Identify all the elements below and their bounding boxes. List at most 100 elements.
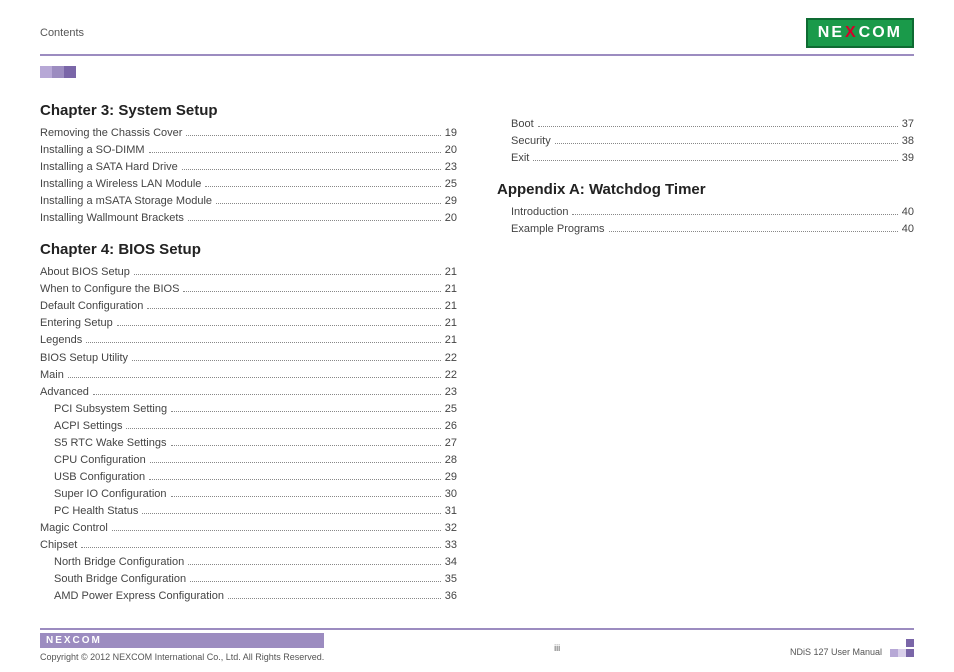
toc-entry-page: 23	[445, 384, 457, 401]
toc-entry-page: 38	[902, 133, 914, 150]
toc-entry[interactable]: Installing a SO-DIMM 20	[40, 142, 457, 159]
toc-entry[interactable]: BIOS Setup Utility 22	[40, 350, 457, 367]
toc-entry[interactable]: Advanced 23	[40, 384, 457, 401]
toc-entry-page: 21	[445, 281, 457, 298]
toc-entry[interactable]: Installing a Wireless LAN Module 25	[40, 176, 457, 193]
toc-entry[interactable]: CPU Configuration 28	[40, 452, 457, 469]
toc-entry[interactable]: Super IO Configuration 30	[40, 486, 457, 503]
footer-copyright: Copyright © 2012 NEXCOM International Co…	[40, 652, 324, 662]
toc-entry-label: Boot	[511, 116, 534, 133]
footer-doc-title: NDiS 127 User Manual	[790, 647, 882, 657]
nexcom-logo: NEXCOM	[806, 18, 914, 48]
toc-entry-label: Security	[511, 133, 551, 150]
toc-entry-label: CPU Configuration	[54, 452, 146, 469]
toc-entry[interactable]: North Bridge Configuration34	[40, 554, 457, 571]
toc-entry[interactable]: South Bridge Configuration 35	[40, 571, 457, 588]
toc-entry[interactable]: Introduction 40	[497, 204, 914, 221]
footer-page-number: iii	[554, 643, 560, 653]
toc-entry-label: Default Configuration	[40, 298, 143, 315]
toc-entry-page: 33	[445, 537, 457, 554]
toc-entry-page: 28	[445, 452, 457, 469]
toc-entry-label: Magic Control	[40, 520, 108, 537]
toc-entry-page: 29	[445, 469, 457, 486]
toc-entry[interactable]: Installing a SATA Hard Drive23	[40, 159, 457, 176]
toc-entry[interactable]: Removing the Chassis Cover 19	[40, 125, 457, 142]
toc-entry[interactable]: Security 38	[497, 133, 914, 150]
toc-entry[interactable]: About BIOS Setup 21	[40, 264, 457, 281]
toc-entry-label: When to Configure the BIOS	[40, 281, 179, 298]
toc-entry[interactable]: Exit 39	[497, 150, 914, 167]
toc-columns: Chapter 3: System Setup Removing the Cha…	[40, 88, 914, 628]
toc-entry-label: Main	[40, 367, 64, 384]
toc-entry[interactable]: S5 RTC Wake Settings27	[40, 435, 457, 452]
toc-entry[interactable]: Legends21	[40, 332, 457, 349]
toc-entry-label: About BIOS Setup	[40, 264, 130, 281]
toc-entry-label: South Bridge Configuration	[54, 571, 186, 588]
toc-entry-label: Installing Wallmount Brackets	[40, 210, 184, 227]
toc-entry[interactable]: When to Configure the BIOS 21	[40, 281, 457, 298]
toc-entry-page: 39	[902, 150, 914, 167]
toc-entry-page: 25	[445, 176, 457, 193]
toc-entry-label: Super IO Configuration	[54, 486, 167, 503]
toc-entry[interactable]: USB Configuration 29	[40, 469, 457, 486]
toc-entry-label: Installing a mSATA Storage Module	[40, 193, 212, 210]
toc-entry-label: Removing the Chassis Cover	[40, 125, 182, 142]
decor-squares-bottom	[890, 639, 914, 657]
toc-entry[interactable]: PC Health Status 31	[40, 503, 457, 520]
toc-entry-label: Installing a SO-DIMM	[40, 142, 145, 159]
toc-heading-appA[interactable]: Appendix A: Watchdog Timer	[497, 181, 914, 198]
toc-list-ch4-cont: Boot37Security 38 Exit 39	[497, 116, 914, 167]
toc-heading-ch4[interactable]: Chapter 4: BIOS Setup	[40, 241, 457, 258]
toc-entry-page: 32	[445, 520, 457, 537]
toc-entry-page: 22	[445, 350, 457, 367]
toc-entry[interactable]: AMD Power Express Configuration 36	[40, 588, 457, 605]
toc-entry[interactable]: ACPI Settings26	[40, 418, 457, 435]
toc-entry-page: 21	[445, 315, 457, 332]
toc-entry[interactable]: Magic Control 32	[40, 520, 457, 537]
toc-entry-label: AMD Power Express Configuration	[54, 588, 224, 605]
header-section-label: Contents	[40, 27, 84, 39]
toc-entry-label: PC Health Status	[54, 503, 138, 520]
toc-entry[interactable]: Default Configuration 21	[40, 298, 457, 315]
toc-entry-page: 31	[445, 503, 457, 520]
toc-entry-page: 40	[902, 221, 914, 238]
toc-entry[interactable]: Boot37	[497, 116, 914, 133]
footer-bar: NEXCOM Copyright © 2012 NEXCOM Internati…	[40, 628, 914, 662]
toc-entry-page: 40	[902, 204, 914, 221]
footer-logo: NEXCOM	[40, 633, 324, 648]
toc-entry[interactable]: PCI Subsystem Setting25	[40, 401, 457, 418]
toc-entry-page: 36	[445, 588, 457, 605]
toc-entry-page: 35	[445, 571, 457, 588]
toc-heading-ch3[interactable]: Chapter 3: System Setup	[40, 102, 457, 119]
toc-entry-page: 19	[445, 125, 457, 142]
toc-entry-page: 26	[445, 418, 457, 435]
toc-entry-page: 21	[445, 298, 457, 315]
toc-entry-label: Example Programs	[511, 221, 605, 238]
toc-entry[interactable]: Main 22	[40, 367, 457, 384]
toc-entry-page: 27	[445, 435, 457, 452]
toc-entry-page: 23	[445, 159, 457, 176]
toc-entry-label: USB Configuration	[54, 469, 145, 486]
toc-entry-page: 22	[445, 367, 457, 384]
toc-entry[interactable]: Entering Setup 21	[40, 315, 457, 332]
toc-entry-label: Chipset	[40, 537, 77, 554]
toc-entry[interactable]: Example Programs 40	[497, 221, 914, 238]
toc-list-appA: Introduction 40 Example Programs 40	[497, 204, 914, 238]
toc-entry-label: Introduction	[511, 204, 568, 221]
toc-column-left: Chapter 3: System Setup Removing the Cha…	[40, 88, 457, 628]
toc-entry-label: Exit	[511, 150, 529, 167]
toc-entry-label: Installing a Wireless LAN Module	[40, 176, 201, 193]
toc-entry-page: 20	[445, 210, 457, 227]
toc-entry-label: North Bridge Configuration	[54, 554, 184, 571]
toc-entry-label: Legends	[40, 332, 82, 349]
header-bar: Contents NEXCOM	[40, 18, 914, 56]
toc-entry[interactable]: Installing a mSATA Storage Module29	[40, 193, 457, 210]
toc-entry-page: 20	[445, 142, 457, 159]
toc-entry-page: 30	[445, 486, 457, 503]
toc-entry[interactable]: Chipset 33	[40, 537, 457, 554]
toc-entry-page: 21	[445, 264, 457, 281]
toc-entry-label: BIOS Setup Utility	[40, 350, 128, 367]
toc-entry[interactable]: Installing Wallmount Brackets 20	[40, 210, 457, 227]
toc-entry-label: Advanced	[40, 384, 89, 401]
toc-entry-label: Entering Setup	[40, 315, 113, 332]
